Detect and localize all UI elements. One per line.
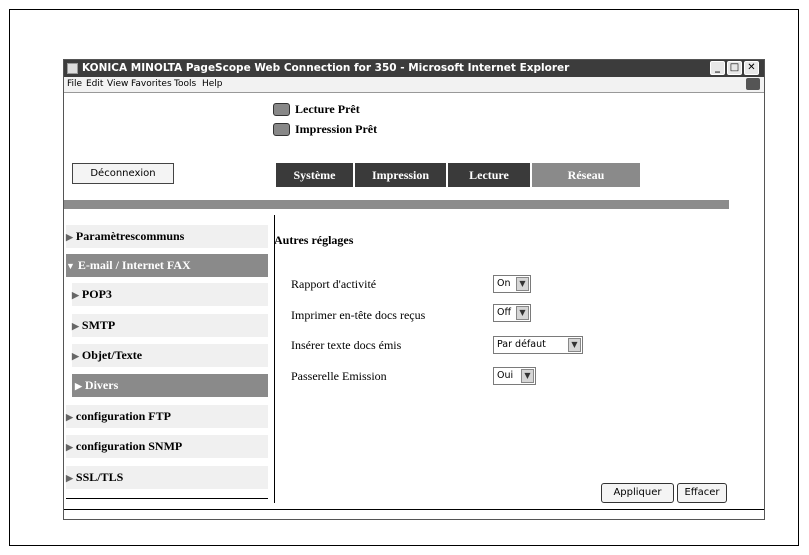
sidebar-item-objet-texte[interactable]: ▶ Objet/Texte <box>72 344 268 367</box>
minimize-button[interactable]: _ <box>710 61 725 75</box>
sidebar-item-configuration-snmp[interactable]: ▶ configuration SNMP <box>66 435 268 458</box>
maximize-button[interactable]: □ <box>727 61 742 75</box>
inserer-texte-select[interactable]: Par défaut ▼ <box>493 336 583 354</box>
passerelle-emission-label: Passerelle Emission <box>291 369 387 383</box>
sidebar-item-smtp[interactable]: ▶ SMTP <box>72 314 268 337</box>
passerelle-emission-select[interactable]: Oui ▼ <box>493 367 536 385</box>
title-bar: KONICA MINOLTA PageScope Web Connection … <box>64 60 764 77</box>
menu-edit[interactable]: Edit <box>86 77 103 92</box>
tab-impression[interactable]: Impression <box>355 163 446 187</box>
arrow-right-icon: ▶ <box>66 473 73 483</box>
menu-favorites[interactable]: Favorites <box>131 77 172 92</box>
browser-window: KONICA MINOLTA PageScope Web Connection … <box>63 59 765 520</box>
tab-systeme[interactable]: Système <box>276 163 353 187</box>
arrow-right-icon: ▶ <box>72 290 79 300</box>
chevron-down-icon: ▼ <box>568 338 581 352</box>
logout-button[interactable]: Déconnexion <box>72 163 174 184</box>
window-title: KONICA MINOLTA PageScope Web Connection … <box>82 62 570 74</box>
menu-tools[interactable]: Tools <box>174 77 196 92</box>
arrow-right-icon: ▶ <box>72 321 79 331</box>
window-bottom-line <box>64 509 764 510</box>
sidebar-item-configuration-ftp[interactable]: ▶ configuration FTP <box>66 405 268 428</box>
arrow-down-icon: ▼ <box>66 261 75 271</box>
chevron-down-icon: ▼ <box>516 277 529 291</box>
printer-icon <box>273 123 290 136</box>
apply-button[interactable]: Appliquer <box>601 483 674 503</box>
windows-logo-icon <box>746 78 760 90</box>
section-title: Autres réglages <box>274 233 354 247</box>
chevron-down-icon: ▼ <box>516 306 529 320</box>
chevron-down-icon: ▼ <box>521 369 534 383</box>
close-button[interactable]: ✕ <box>744 61 759 75</box>
arrow-right-icon: ▶ <box>66 442 73 452</box>
menu-file[interactable]: File <box>67 77 82 92</box>
arrow-right-icon: ▶ <box>66 232 73 242</box>
imprimer-entete-label: Imprimer en-tête docs reçus <box>291 308 426 322</box>
arrow-right-icon: ▶ <box>75 381 82 391</box>
menu-view[interactable]: View <box>107 77 128 92</box>
content-separator <box>274 215 275 503</box>
menu-help[interactable]: Help <box>202 77 223 92</box>
menu-bar: File Edit View Favorites Tools Help <box>64 77 764 93</box>
ie-app-icon <box>67 63 78 74</box>
tab-reseau[interactable]: Réseau <box>532 163 640 187</box>
sidebar-bottom-divider <box>66 498 268 499</box>
header-divider-bar <box>64 200 729 209</box>
sidebar-item-parametres-communs[interactable]: ▶ Paramètrescommuns <box>66 225 268 248</box>
inserer-texte-label: Insérer texte docs émis <box>291 338 402 352</box>
arrow-right-icon: ▶ <box>72 351 79 361</box>
imprimer-entete-select[interactable]: Off ▼ <box>493 304 531 322</box>
sidebar-item-divers[interactable]: ▶ Divers <box>72 374 268 397</box>
scanner-icon <box>273 103 290 116</box>
sidebar-item-ssl-tls[interactable]: ▶ SSL/TLS <box>66 466 268 489</box>
sidebar-item-email-internet-fax[interactable]: ▼ E-mail / Internet FAX <box>66 254 268 277</box>
tab-lecture[interactable]: Lecture <box>448 163 530 187</box>
clear-button[interactable]: Effacer <box>677 483 727 503</box>
arrow-right-icon: ▶ <box>66 412 73 422</box>
sidebar-item-pop3[interactable]: ▶ POP3 <box>72 283 268 306</box>
rapport-activite-label: Rapport d'activité <box>291 277 377 291</box>
rapport-activite-select[interactable]: On ▼ <box>493 275 531 293</box>
